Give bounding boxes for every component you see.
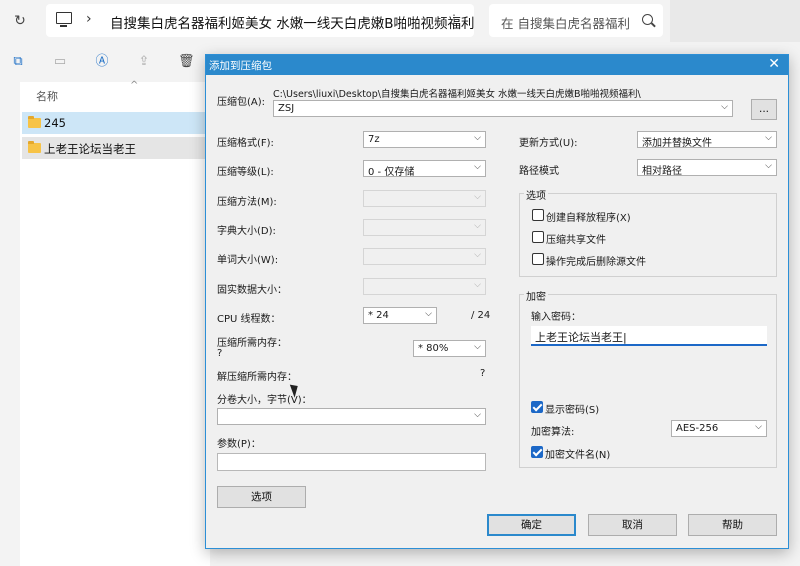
chevron-down-icon[interactable]: ⌵ (765, 161, 772, 171)
password-label: 输入密码： (531, 312, 581, 323)
chevron-down-icon[interactable]: ⌵ (474, 342, 481, 352)
rename-icon[interactable]: Ⓐ (94, 54, 110, 70)
encryption-method-label: 加密算法: (531, 427, 575, 438)
shared-files-checkbox[interactable] (532, 231, 544, 243)
encryption-method-select[interactable]: AES-256 ⌵ (671, 420, 767, 437)
sort-caret-icon: ^ (130, 80, 139, 91)
chevron-down-icon: ⌵ (474, 221, 481, 231)
cpu-threads-total: / 24 (471, 310, 491, 321)
solid-block-select: ⌵ (363, 278, 486, 295)
method-select: ⌵ (363, 190, 486, 207)
decompress-memory-label: 解压缩所需内存： (217, 372, 297, 383)
parameters-input[interactable] (217, 453, 486, 471)
memory-usage-value[interactable]: * 80% (418, 343, 448, 354)
cancel-button[interactable]: 取消 (588, 514, 677, 536)
path-mode-label: 路径模式 (519, 166, 559, 177)
level-select[interactable]: 0 - 仅存储 ⌵ (363, 160, 486, 178)
password-value[interactable]: 上老王论坛当老王| (535, 329, 627, 345)
options-button[interactable]: 选项 (217, 486, 306, 508)
options-group-label: 选项 (524, 187, 548, 202)
cpu-threads-select[interactable]: * 24 ⌵ (363, 307, 437, 324)
ok-button[interactable]: 确定 (487, 514, 576, 536)
chevron-down-icon: ⌵ (474, 192, 481, 202)
cpu-threads-value[interactable]: * 24 (368, 310, 389, 321)
compress-memory-label: 压缩所需内存： (217, 338, 287, 349)
folder-name: 245 (44, 116, 66, 130)
word-size-label: 单词大小(W): (217, 255, 279, 266)
format-select[interactable]: 7z ⌵ (363, 131, 486, 148)
chevron-down-icon[interactable]: ⌵ (755, 422, 762, 432)
archive-directory: C:\Users\liuxi\Desktop\自搜集白虎名器福利姬美女 水嫩一线… (273, 89, 641, 100)
search-placeholder[interactable]: 在 自搜集白虎名器福利 (501, 13, 629, 32)
archive-name-combo[interactable]: ZSJ ⌵ (273, 100, 733, 117)
search-icon[interactable] (642, 14, 653, 25)
chevron-down-icon[interactable]: ⌵ (765, 133, 772, 143)
encryption-method-value[interactable]: AES-256 (676, 423, 718, 434)
paste-icon[interactable]: ▭ (52, 54, 68, 70)
update-mode-label: 更新方式(U): (519, 138, 578, 149)
dictionary-select: ⌵ (363, 219, 486, 236)
folder-row[interactable]: 245 (22, 112, 210, 134)
more-icon[interactable]: ⋮ (448, 12, 460, 26)
column-header-name[interactable]: 名称 (36, 88, 58, 104)
path-mode-select[interactable]: 相对路径 ⌵ (637, 159, 777, 177)
archive-name-value[interactable]: ZSJ (278, 103, 294, 114)
search-box[interactable]: 在 自搜集白虎名器福利 (489, 4, 663, 37)
update-mode-value[interactable]: 添加并替换文件 (642, 134, 712, 149)
word-size-select: ⌵ (363, 248, 486, 265)
chevron-right-icon[interactable]: › (86, 11, 92, 27)
computer-icon (56, 12, 72, 27)
encryption-group-label: 加密 (524, 288, 548, 303)
folder-icon (28, 116, 41, 128)
folder-row[interactable]: 上老王论坛当老王 (22, 137, 210, 159)
copy-icon[interactable]: ⧉ (10, 54, 26, 70)
level-label: 压缩等级(L): (217, 167, 274, 178)
parameters-label: 参数(P)： (217, 439, 261, 450)
browse-button[interactable]: ... (751, 99, 777, 120)
chevron-down-icon[interactable]: ⌵ (474, 410, 481, 420)
volume-size-combo[interactable]: ⌵ (217, 408, 486, 425)
solid-block-label: 固实数据大小： (217, 285, 287, 296)
format-value[interactable]: 7z (368, 134, 380, 145)
delete-after-checkbox[interactable] (532, 253, 544, 265)
show-password-checkbox[interactable] (531, 401, 543, 413)
delete-icon[interactable]: 🗑 (178, 54, 195, 70)
dialog-title: 添加到压缩包 (209, 60, 272, 72)
level-value[interactable]: 0 - 仅存储 (368, 163, 414, 178)
dictionary-label: 字典大小(D): (217, 226, 276, 237)
method-label: 压缩方法(M): (217, 197, 277, 208)
path-mode-value[interactable]: 相对路径 (642, 162, 682, 177)
sfx-checkbox[interactable] (532, 209, 544, 221)
folder-name: 上老王论坛当老王 (44, 142, 136, 156)
chevron-down-icon[interactable]: ⌵ (721, 102, 728, 112)
cpu-threads-label: CPU 线程数： (217, 314, 281, 325)
update-mode-select[interactable]: 添加并替换文件 ⌵ (637, 131, 777, 149)
address-bar[interactable]: › 自搜集白虎名器福利姬美女 水嫩一线天白虎嫩B啪啪视频福利 ⋮ (46, 4, 475, 37)
compress-memory-value: ? (217, 348, 223, 359)
delete-after-label[interactable]: 操作完成后删除源文件 (546, 253, 646, 268)
decompress-memory-value: ? (480, 368, 486, 379)
chevron-down-icon: ⌵ (474, 280, 481, 290)
archive-label: 压缩包(A): (217, 97, 266, 108)
chevron-down-icon[interactable]: ⌵ (474, 133, 481, 143)
help-button[interactable]: 帮助 (688, 514, 777, 536)
address-path[interactable]: 自搜集白虎名器福利姬美女 水嫩一线天白虎嫩B啪啪视频福利 (110, 12, 475, 32)
encrypt-names-checkbox[interactable] (531, 446, 543, 458)
share-icon[interactable]: ⇪ (136, 54, 152, 70)
chevron-down-icon: ⌵ (474, 250, 481, 260)
show-password-label[interactable]: 显示密码(S) (545, 401, 599, 416)
encrypt-names-label[interactable]: 加密文件名(N) (545, 446, 610, 461)
chevron-down-icon[interactable]: ⌵ (474, 162, 481, 172)
memory-usage-select[interactable]: * 80% ⌵ (413, 340, 486, 357)
shared-files-label[interactable]: 压缩共享文件 (546, 231, 606, 246)
dialog-titlebar[interactable]: 添加到压缩包 ✕ (206, 55, 788, 75)
refresh-icon[interactable]: ↻ (10, 11, 30, 31)
password-input[interactable]: 上老王论坛当老王| (531, 326, 767, 346)
sfx-label[interactable]: 创建自释放程序(X) (546, 209, 631, 224)
close-icon[interactable]: ✕ (768, 56, 780, 72)
format-label: 压缩格式(F): (217, 138, 274, 149)
chevron-down-icon[interactable]: ⌵ (425, 309, 432, 319)
folder-icon (28, 141, 41, 153)
